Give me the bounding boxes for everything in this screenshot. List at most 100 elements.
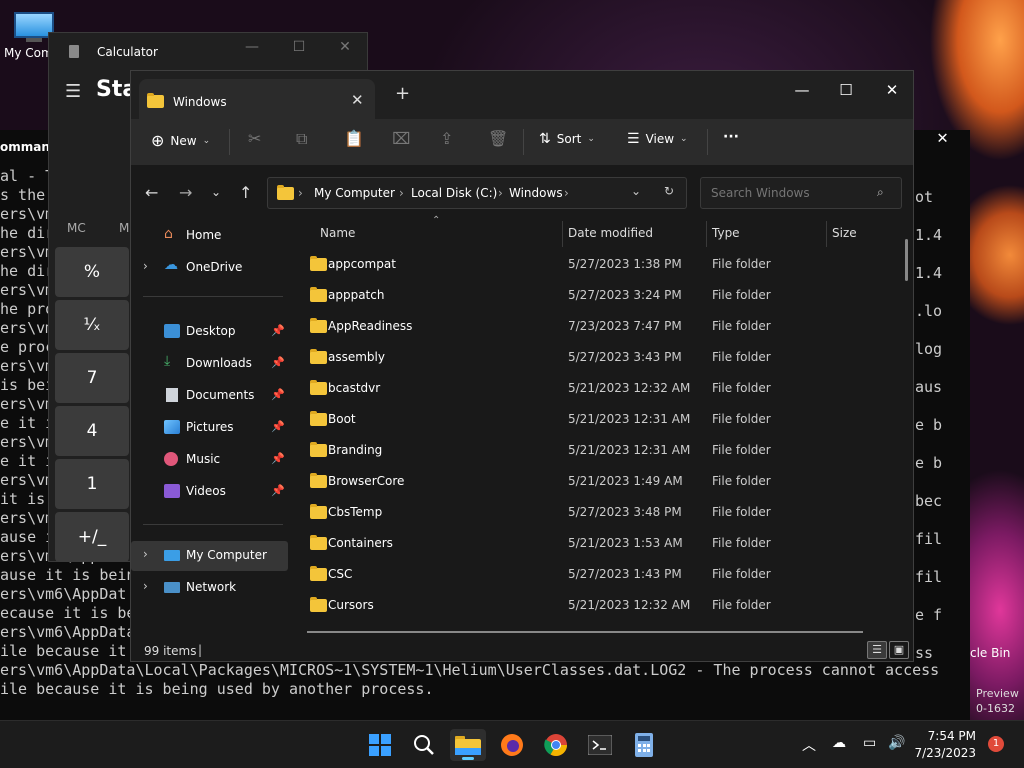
chevron-right-icon[interactable]: › xyxy=(143,547,148,561)
calculator-taskbar-button[interactable] xyxy=(626,729,662,761)
vertical-scrollbar[interactable] xyxy=(905,239,908,281)
search-box[interactable]: ⌕ xyxy=(700,177,902,209)
search-icon[interactable]: ⌕ xyxy=(877,185,884,200)
refresh-icon[interactable]: ↻ xyxy=(664,184,674,198)
table-row[interactable]: Boot 5/21/2023 12:31 AM File folder xyxy=(290,404,900,435)
share-icon[interactable]: ⇪ xyxy=(440,129,453,148)
recent-locations-chevron-icon[interactable]: ⌄ xyxy=(211,185,221,199)
column-header-date[interactable]: Date modified xyxy=(568,226,653,240)
start-button[interactable] xyxy=(362,729,398,761)
table-row[interactable]: Branding 5/21/2023 12:31 AM File folder xyxy=(290,435,900,466)
up-arrow-icon[interactable]: ↑ xyxy=(239,183,252,202)
copy-icon[interactable]: ⧉ xyxy=(296,129,307,149)
chevron-up-icon[interactable]: ︿ xyxy=(802,735,816,755)
network-icon[interactable]: ▭ xyxy=(863,735,876,751)
cloud-offline-icon[interactable]: ☁ xyxy=(832,735,846,751)
details-view-icon[interactable]: ☰ xyxy=(867,641,887,659)
volume-icon[interactable]: 🔊 xyxy=(888,735,905,751)
file-explorer-window[interactable]: Windows ✕ + — ☐ ✕ ⊕ New ⌄ ✂ ⧉ 📋 ⌧ ⇪ 🗑 ⇅ … xyxy=(130,70,914,662)
new-button[interactable]: ⊕ New ⌄ xyxy=(151,131,210,150)
file-date-modified: 5/27/2023 1:38 PM xyxy=(568,257,682,271)
column-divider[interactable] xyxy=(562,221,563,247)
pin-icon[interactable]: 📌 xyxy=(271,356,285,369)
file-explorer-taskbar-button[interactable] xyxy=(450,729,486,761)
more-options-button[interactable]: ··· xyxy=(723,129,739,145)
column-divider[interactable] xyxy=(706,221,707,247)
paste-icon[interactable]: 📋 xyxy=(344,129,364,148)
chevron-right-icon[interactable]: › xyxy=(143,579,148,593)
terminal-close-icon[interactable]: ✕ xyxy=(915,130,970,153)
breadcrumb-windows[interactable]: Windows xyxy=(509,186,563,200)
digit-4-button[interactable]: 4 xyxy=(55,406,129,456)
table-row[interactable]: BrowserCore 5/21/2023 1:49 AM File folder xyxy=(290,466,900,497)
pin-icon[interactable]: 📌 xyxy=(271,484,285,497)
sort-button[interactable]: ⇅ Sort ⌄ xyxy=(539,131,595,147)
pin-icon[interactable]: 📌 xyxy=(271,324,285,337)
reciprocal-button[interactable]: ¹⁄ₓ xyxy=(55,300,129,350)
new-tab-icon[interactable]: + xyxy=(395,83,410,104)
table-row[interactable]: AppReadiness 7/23/2023 7:47 PM File folder xyxy=(290,311,900,342)
nav-item-pictures[interactable]: Pictures 📌 xyxy=(131,413,288,443)
horizontal-scrollbar[interactable] xyxy=(307,631,863,633)
table-row[interactable]: appcompat 5/27/2023 1:38 PM File folder xyxy=(290,249,900,280)
nav-item-home[interactable]: ⌂ Home xyxy=(131,221,288,251)
memory-clear-button[interactable]: MC xyxy=(67,221,86,235)
maximize-icon[interactable]: ☐ xyxy=(284,39,314,55)
minimize-icon[interactable]: — xyxy=(779,75,825,105)
column-header-size[interactable]: Size xyxy=(832,226,857,240)
table-row[interactable]: apppatch 5/27/2023 3:24 PM File folder xyxy=(290,280,900,311)
nav-item-videos[interactable]: Videos 📌 xyxy=(131,477,288,507)
back-arrow-icon[interactable]: ← xyxy=(145,183,158,202)
percent-button[interactable]: % xyxy=(55,247,129,297)
column-header-name[interactable]: Name xyxy=(320,226,355,240)
search-button[interactable] xyxy=(406,729,442,761)
digit-1-button[interactable]: 1 xyxy=(55,459,129,509)
tiles-view-icon[interactable]: ▣ xyxy=(889,641,909,659)
nav-item-documents[interactable]: Documents 📌 xyxy=(131,381,288,411)
chrome-taskbar-button[interactable] xyxy=(538,729,574,761)
digit-7-button[interactable]: 7 xyxy=(55,353,129,403)
explorer-tab[interactable]: Windows ✕ xyxy=(139,79,375,119)
nav-item-onedrive[interactable]: › ☁ OneDrive xyxy=(131,253,288,283)
breadcrumb-my-computer[interactable]: My Computer xyxy=(314,186,395,200)
delete-icon[interactable]: 🗑 xyxy=(488,129,508,148)
notification-badge[interactable]: 1 xyxy=(988,736,1004,752)
view-button[interactable]: ☰ View ⌄ xyxy=(627,131,688,147)
nav-item-music[interactable]: Music 📌 xyxy=(131,445,288,475)
nav-item-my-computer[interactable]: › My Computer xyxy=(131,541,288,571)
tab-close-icon[interactable]: ✕ xyxy=(351,91,364,109)
breadcrumb-local-disk[interactable]: Local Disk (C:) xyxy=(411,186,497,200)
maximize-icon[interactable]: ☐ xyxy=(823,75,869,105)
hamburger-menu-icon[interactable]: ☰ xyxy=(65,81,81,102)
nav-item-network[interactable]: › Network xyxy=(131,573,288,603)
negate-button[interactable]: +/_ xyxy=(55,512,129,562)
minimize-icon[interactable]: — xyxy=(237,39,267,55)
terminal-taskbar-button[interactable] xyxy=(582,729,618,761)
chevron-right-icon[interactable]: › xyxy=(143,259,148,273)
firefox-taskbar-button[interactable] xyxy=(494,729,530,761)
column-header-type[interactable]: Type xyxy=(712,226,740,240)
rename-icon[interactable]: ⌧ xyxy=(392,129,410,148)
pin-icon[interactable]: 📌 xyxy=(271,420,285,433)
pin-icon[interactable]: 📌 xyxy=(271,388,285,401)
table-row[interactable]: Containers 5/21/2023 1:53 AM File folder xyxy=(290,528,900,559)
cut-icon[interactable]: ✂ xyxy=(248,129,261,148)
nav-item-downloads[interactable]: ⤓ Downloads 📌 xyxy=(131,349,288,379)
table-row[interactable]: Cursors 5/21/2023 12:32 AM File folder xyxy=(290,590,900,621)
system-clock[interactable]: 7:54 PM 7/23/2023 xyxy=(914,728,976,762)
table-row[interactable]: CSC 5/27/2023 1:43 PM File folder xyxy=(290,559,900,590)
recycle-bin-label[interactable]: cle Bin xyxy=(970,646,1010,660)
memory-button[interactable]: M xyxy=(119,221,129,235)
column-divider[interactable] xyxy=(826,221,827,247)
pin-icon[interactable]: 📌 xyxy=(271,452,285,465)
nav-item-desktop[interactable]: Desktop 📌 xyxy=(131,317,288,347)
table-row[interactable]: bcastdvr 5/21/2023 12:32 AM File folder xyxy=(290,373,900,404)
close-icon[interactable]: ✕ xyxy=(330,39,360,55)
address-history-chevron-icon[interactable]: ⌄ xyxy=(631,184,641,198)
search-input[interactable] xyxy=(709,184,869,202)
table-row[interactable]: CbsTemp 5/27/2023 3:48 PM File folder xyxy=(290,497,900,528)
close-icon[interactable]: ✕ xyxy=(869,75,913,105)
table-row[interactable]: assembly 5/27/2023 3:43 PM File folder xyxy=(290,342,900,373)
forward-arrow-icon[interactable]: → xyxy=(179,183,192,202)
address-bar[interactable]: › My Computer › Local Disk (C:) › Window… xyxy=(267,177,687,209)
